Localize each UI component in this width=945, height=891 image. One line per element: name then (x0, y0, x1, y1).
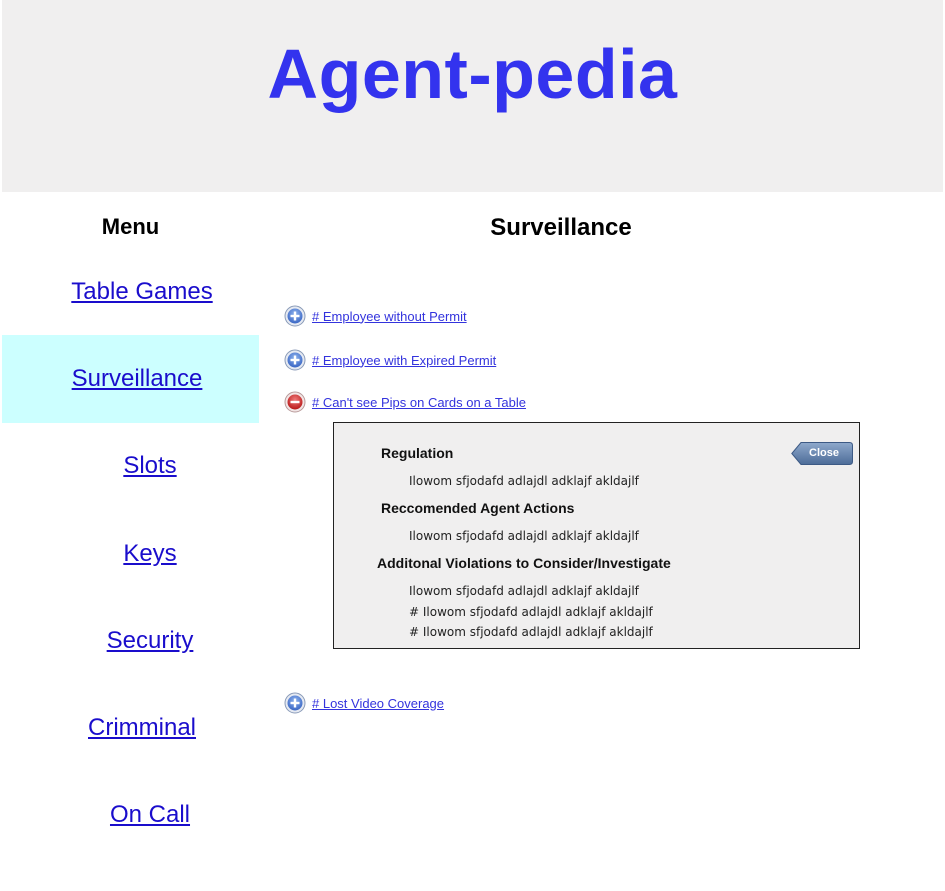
accordion-item-employee-expired-permit: # Employee with Expired Permit (284, 348, 496, 372)
sidebar-link-security[interactable]: Security (107, 627, 194, 655)
sidebar-item-security[interactable]: Security (2, 597, 259, 685)
violations-text: # Ilowom sfjodafd adlajdl adklajf akldaj… (409, 605, 653, 619)
close-button[interactable]: Close (791, 442, 853, 465)
accordion-link-employee-expired-permit[interactable]: # Employee with Expired Permit (312, 353, 496, 368)
sidebar-menu: Menu Table Games Surveillance Slots Keys… (2, 192, 259, 891)
sidebar-item-table-games[interactable]: Table Games (2, 248, 259, 336)
accordion-link-cant-see-pips[interactable]: # Can't see Pips on Cards on a Table (312, 395, 526, 410)
accordion-link-lost-video-coverage[interactable]: # Lost Video Coverage (312, 696, 444, 711)
accordion-item-cant-see-pips: # Can't see Pips on Cards on a Table (284, 390, 526, 414)
sidebar-item-on-call[interactable]: On Call (2, 771, 259, 859)
accordion-item-lost-video-coverage: # Lost Video Coverage (284, 691, 444, 715)
accordion-item-employee-without-permit: # Employee without Permit (284, 304, 467, 328)
actions-heading: Reccomended Agent Actions (381, 500, 575, 516)
violations-text: # Ilowom sfjodafd adlajdl adklajf akldaj… (409, 625, 653, 639)
regulation-heading: Regulation (381, 445, 454, 461)
details-panel: Close Regulation Ilowom sfjodafd adlajdl… (333, 422, 860, 649)
sidebar-link-keys[interactable]: Keys (123, 540, 176, 568)
page-title: Surveillance (490, 214, 632, 241)
sidebar-link-table-games[interactable]: Table Games (71, 278, 212, 306)
violations-text: Ilowom sfjodafd adlajdl adklajf akldajlf (409, 584, 639, 598)
close-button-label: Close (809, 447, 839, 459)
site-header: Agent-pedia (2, 0, 943, 192)
sidebar-item-surveillance[interactable]: Surveillance (2, 335, 259, 423)
actions-text: Ilowom sfjodafd adlajdl adklajf akldajlf (409, 529, 639, 543)
regulation-text: Ilowom sfjodafd adlajdl adklajf akldajlf (409, 474, 639, 488)
minus-circle-icon[interactable] (284, 391, 306, 413)
sidebar-link-on-call[interactable]: On Call (110, 801, 190, 829)
plus-circle-icon[interactable] (284, 349, 306, 371)
site-title: Agent-pedia (267, 35, 678, 113)
sidebar-link-surveillance[interactable]: Surveillance (72, 365, 203, 393)
accordion-link-employee-without-permit[interactable]: # Employee without Permit (312, 309, 467, 324)
violations-heading: Additonal Violations to Consider/Investi… (377, 555, 671, 571)
menu-heading: Menu (101, 214, 160, 239)
sidebar-link-slots[interactable]: Slots (123, 452, 176, 480)
sidebar-link-crimminal[interactable]: Crimminal (88, 714, 196, 742)
plus-circle-icon[interactable] (284, 305, 306, 327)
main-content: Surveillance # Employee without Permit #… (259, 192, 945, 891)
plus-circle-icon[interactable] (284, 692, 306, 714)
sidebar-item-keys[interactable]: Keys (2, 510, 259, 598)
sidebar-item-crimminal[interactable]: Crimminal (2, 684, 259, 772)
sidebar-item-slots[interactable]: Slots (2, 422, 259, 510)
